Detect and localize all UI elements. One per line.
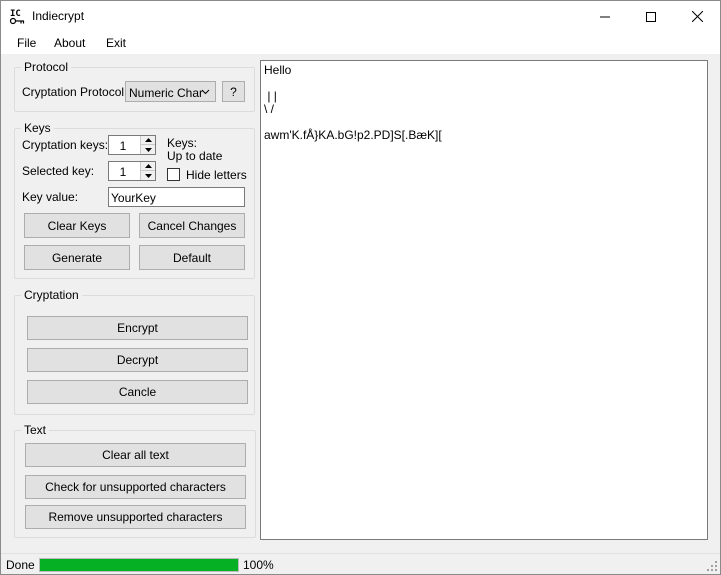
protocol-help-button[interactable]: ? bbox=[222, 81, 245, 102]
protocol-select[interactable]: Numeric Char bbox=[125, 81, 216, 102]
minimize-icon bbox=[600, 16, 610, 17]
maximize-button[interactable] bbox=[628, 1, 674, 32]
key-value-text: YourKey bbox=[111, 191, 156, 205]
protocol-group-title: Protocol bbox=[21, 60, 72, 74]
selected-key-label: Selected key: bbox=[22, 164, 95, 178]
progress-bar-fill bbox=[40, 559, 238, 571]
cryptation-keys-spin bbox=[140, 136, 155, 154]
progress-percent: 100% bbox=[243, 558, 274, 572]
key-value-label: Key value: bbox=[22, 190, 79, 204]
svg-text:IC: IC bbox=[10, 9, 21, 19]
hide-letters-checkbox[interactable] bbox=[167, 168, 180, 181]
app-logo-icon: IC bbox=[9, 9, 25, 25]
cancel-button[interactable]: Cancle bbox=[27, 380, 248, 404]
menu-exit[interactable]: Exit bbox=[106, 36, 126, 50]
hide-letters-label[interactable]: Hide letters bbox=[186, 168, 247, 182]
status-text: Done bbox=[6, 558, 35, 572]
chevron-down-icon bbox=[201, 89, 210, 95]
title-bar[interactable]: IC Indiecrypt bbox=[1, 1, 720, 32]
keys-group-title: Keys bbox=[21, 121, 54, 135]
menu-bar: File About Exit bbox=[1, 32, 720, 54]
cryptation-keys-value: 1 bbox=[119, 139, 127, 153]
app-window: IC Indiecrypt File About Exit Protocol C… bbox=[0, 0, 721, 575]
menu-file[interactable]: File bbox=[17, 36, 36, 50]
text-line: | | bbox=[264, 89, 277, 103]
main-text-area[interactable]: Hello | | \ / awm'K.fÅ}KA.bG!p2.PD]S[.Bæ… bbox=[260, 60, 708, 540]
protocol-selected-value: Numeric Char bbox=[129, 86, 204, 100]
check-unsupported-button[interactable]: Check for unsupported characters bbox=[25, 475, 246, 499]
key-value-field[interactable]: YourKey bbox=[108, 187, 245, 207]
menu-about[interactable]: About bbox=[54, 36, 85, 50]
minimize-button[interactable] bbox=[582, 1, 628, 32]
protocol-label: Cryptation Protocol: bbox=[22, 85, 128, 99]
remove-unsupported-button[interactable]: Remove unsupported characters bbox=[25, 505, 246, 529]
cryptation-keys-label: Cryptation keys: bbox=[22, 138, 109, 152]
cancel-changes-button[interactable]: Cancel Changes bbox=[139, 213, 245, 238]
window-title: Indiecrypt bbox=[32, 9, 85, 23]
progress-bar bbox=[39, 558, 239, 572]
keys-status-value: Up to date bbox=[167, 149, 223, 163]
decrypt-button[interactable]: Decrypt bbox=[27, 348, 248, 372]
selected-key-spin bbox=[140, 162, 155, 180]
maximize-icon bbox=[646, 11, 656, 22]
selected-key-decrement[interactable] bbox=[141, 171, 155, 180]
text-line: Hello bbox=[264, 63, 292, 77]
caret-up-icon bbox=[144, 164, 152, 168]
clear-keys-button[interactable]: Clear Keys bbox=[24, 213, 130, 238]
cryptation-keys-increment[interactable] bbox=[141, 136, 155, 145]
generate-button[interactable]: Generate bbox=[24, 245, 130, 270]
default-button[interactable]: Default bbox=[139, 245, 245, 270]
cryptation-group-title: Cryptation bbox=[21, 288, 82, 302]
text-line: awm'K.fÅ}KA.bG!p2.PD]S[.BæK][ bbox=[264, 128, 442, 142]
status-bar: Done 100% bbox=[1, 553, 720, 574]
clear-all-text-button[interactable]: Clear all text bbox=[25, 443, 246, 467]
resize-grip-icon[interactable] bbox=[706, 560, 718, 572]
caret-down-icon bbox=[144, 173, 152, 178]
selected-key-increment[interactable] bbox=[141, 162, 155, 171]
keys-status-title: Keys: bbox=[167, 136, 198, 150]
text-group-title: Text bbox=[21, 423, 50, 437]
caret-up-icon bbox=[144, 138, 152, 142]
encrypt-button[interactable]: Encrypt bbox=[27, 316, 248, 340]
text-line: \ / bbox=[264, 102, 275, 116]
selected-key-value: 1 bbox=[119, 165, 127, 179]
close-button[interactable] bbox=[674, 1, 720, 32]
close-icon bbox=[691, 11, 703, 22]
caret-down-icon bbox=[144, 147, 152, 152]
selected-key-stepper[interactable]: 1 bbox=[108, 161, 156, 181]
cryptation-keys-stepper[interactable]: 1 bbox=[108, 135, 156, 155]
cryptation-keys-decrement[interactable] bbox=[141, 145, 155, 154]
